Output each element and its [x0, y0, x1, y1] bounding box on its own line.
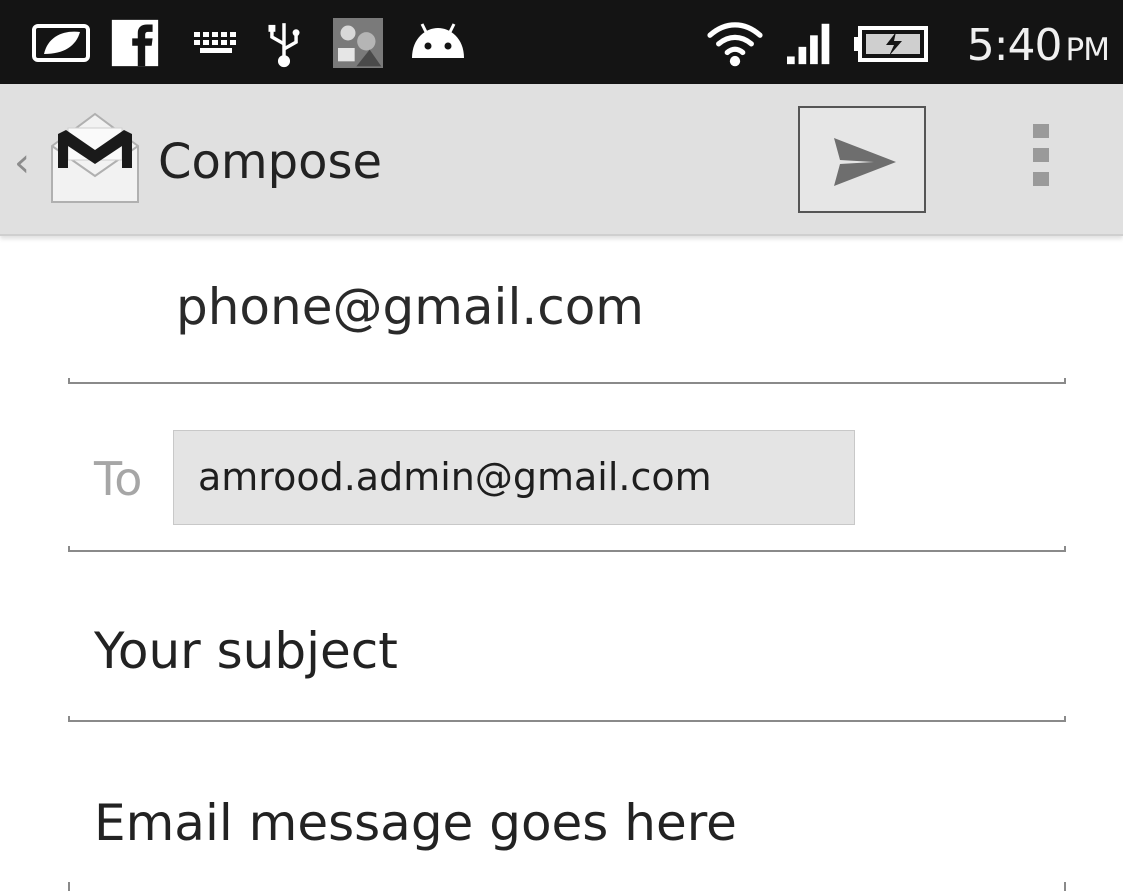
facebook-icon	[111, 19, 159, 67]
recipient-chip-label: amrood.admin@gmail.com	[198, 455, 712, 499]
status-ampm: PM	[1065, 32, 1110, 68]
photo-thumbnail-icon	[333, 18, 383, 68]
to-field-underline	[68, 546, 1066, 552]
usb-icon	[268, 23, 300, 68]
to-label: To	[94, 452, 143, 506]
status-bar: 5:40 PM	[0, 0, 1123, 84]
action-bar: ‹ Compose	[0, 84, 1123, 236]
signal-icon	[787, 23, 830, 65]
body-field-underline	[68, 882, 1066, 891]
gmail-icon[interactable]	[46, 106, 144, 210]
recipient-chip[interactable]: amrood.admin@gmail.com	[173, 430, 855, 525]
compose-screen: 5:40 PM ‹ Compose phone@gmail.com To amro…	[0, 0, 1123, 891]
message-body-field[interactable]: Email message goes here	[94, 794, 737, 852]
keyboard-icon	[194, 32, 236, 53]
send-icon	[834, 138, 896, 186]
status-time: 5:40	[966, 20, 1063, 71]
android-icon	[412, 23, 464, 58]
wifi-icon	[707, 22, 763, 67]
status-clock: 5:40 PM	[966, 20, 1110, 71]
leaf-icon	[32, 24, 90, 62]
from-field-underline	[68, 378, 1066, 384]
page-title: Compose	[158, 134, 383, 190]
send-button[interactable]	[798, 106, 926, 213]
up-navigation-icon[interactable]: ‹	[14, 140, 30, 186]
subject-field-underline	[68, 716, 1066, 722]
overflow-menu-icon[interactable]	[1026, 124, 1056, 200]
battery-charging-icon	[854, 26, 928, 62]
subject-field[interactable]: Your subject	[94, 622, 398, 680]
from-field[interactable]: phone@gmail.com	[176, 278, 644, 336]
